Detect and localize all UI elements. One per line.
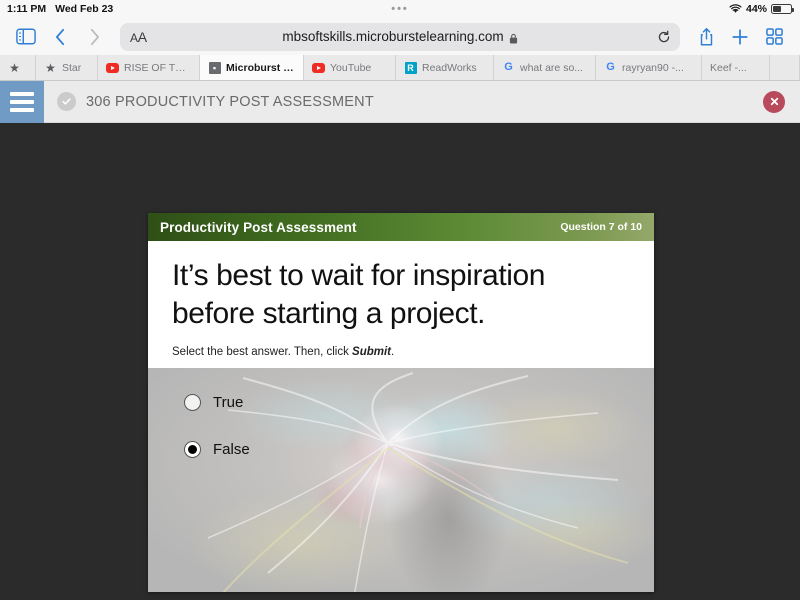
back-button[interactable] — [44, 22, 76, 52]
quiz-slide: Productivity Post Assessment Question 7 … — [148, 213, 654, 592]
browser-tab-label: Microburst L... — [226, 61, 295, 74]
answer-area: True False — [148, 367, 654, 592]
browser-tab-label: Star — [62, 61, 82, 74]
browser-tab-strip: ★ ★ Star RISE OF THE... ▪ Microburst L... YouT… — [0, 55, 800, 81]
text-size-button[interactable]: AA — [130, 29, 147, 45]
browser-tab[interactable]: ★ Star — [36, 55, 98, 80]
google-icon: G — [606, 61, 615, 73]
tab-strip-spacer — [770, 55, 800, 80]
tab-overview-icon[interactable] — [758, 22, 790, 52]
url-display: mbsoftskills.microburstelearning.com — [120, 29, 680, 44]
answer-label-true: True — [213, 393, 244, 411]
status-dots: ••• — [391, 2, 409, 15]
browser-tab-label: Keef -... — [710, 61, 747, 74]
address-bar[interactable]: AA mbsoftskills.microburstelearning.com — [120, 22, 680, 51]
status-right-cluster: 44% — [729, 3, 795, 15]
question-counter: Question 7 of 10 — [560, 221, 642, 233]
radio-button-false[interactable] — [184, 440, 201, 458]
answer-options: True False — [184, 393, 250, 458]
status-time: 1:11 PM — [7, 3, 47, 15]
question-text: It’s best to wait for inspiration before… — [172, 259, 546, 331]
browser-tab[interactable]: ★ — [0, 55, 36, 80]
ipad-status-bar: 1:11 PM Wed Feb 23 ••• 44% — [0, 0, 800, 18]
browser-tab-label: ReadWorks — [422, 61, 477, 74]
instruction-emphasis: Submit — [352, 345, 392, 358]
browser-tab-label: RISE OF THE... — [124, 61, 191, 74]
browser-toolbar: AA mbsoftskills.microburstelearning.com — [0, 18, 800, 55]
answer-option-false[interactable]: False — [184, 440, 250, 458]
browser-tab[interactable]: Keef -... — [702, 55, 770, 80]
browser-tab-label: YouTube — [330, 61, 372, 74]
browser-tab-label: what are so... — [520, 61, 584, 74]
url-text: mbsoftskills.microburstelearning.com — [282, 29, 504, 44]
course-player-stage: Productivity Post Assessment Question 7 … — [0, 123, 800, 600]
radio-button-true[interactable] — [184, 393, 201, 411]
youtube-icon — [312, 61, 325, 74]
question-area: It’s best to wait for inspiration before… — [148, 241, 654, 368]
browser-tab[interactable]: Gwhat are so... — [494, 55, 596, 80]
battery-icon — [771, 4, 795, 14]
answer-label-false: False — [213, 440, 250, 458]
share-icon[interactable] — [690, 22, 722, 52]
check-circle-icon — [57, 92, 76, 111]
readworks-icon: R — [404, 61, 417, 74]
hamburger-menu-icon[interactable] — [0, 80, 44, 123]
instruction-prefix: Select the best answer. Then, click — [172, 345, 353, 358]
browser-tab[interactable]: YouTube — [304, 55, 396, 80]
google-icon: G — [504, 61, 513, 73]
microburst-icon: ▪ — [208, 61, 221, 74]
browser-tab[interactable]: ▪ Microburst L... — [200, 55, 304, 80]
assessment-name: Productivity Post Assessment — [160, 219, 357, 235]
wifi-icon — [729, 4, 742, 14]
browser-tab-label: rayryan90 -... — [622, 61, 684, 74]
course-header: 306 PRODUCTIVITY POST ASSESSMENT — [0, 80, 800, 123]
battery-percent: 44% — [745, 3, 767, 15]
answer-option-true[interactable]: True — [184, 393, 250, 411]
status-date: Wed Feb 23 — [55, 3, 114, 15]
star-icon: ★ — [9, 60, 20, 75]
page-title: 306 PRODUCTIVITY POST ASSESSMENT — [86, 93, 374, 110]
lock-icon — [509, 31, 518, 44]
browser-tab[interactable]: R ReadWorks — [396, 55, 494, 80]
new-tab-button[interactable] — [724, 22, 756, 52]
forward-button — [78, 22, 110, 52]
browser-tab[interactable]: RISE OF THE... — [98, 55, 200, 80]
star-icon: ★ — [45, 60, 56, 75]
youtube-icon — [106, 61, 119, 74]
reload-button[interactable] — [657, 30, 671, 44]
instruction-text: Select the best answer. Then, click Subm… — [172, 346, 630, 358]
slide-title-bar: Productivity Post Assessment Question 7 … — [148, 213, 654, 241]
browser-tab[interactable]: Grayryan90 -... — [596, 55, 702, 80]
instruction-suffix: . — [391, 345, 395, 358]
close-circle-icon[interactable] — [763, 90, 785, 113]
sidebar-icon[interactable] — [10, 22, 42, 52]
